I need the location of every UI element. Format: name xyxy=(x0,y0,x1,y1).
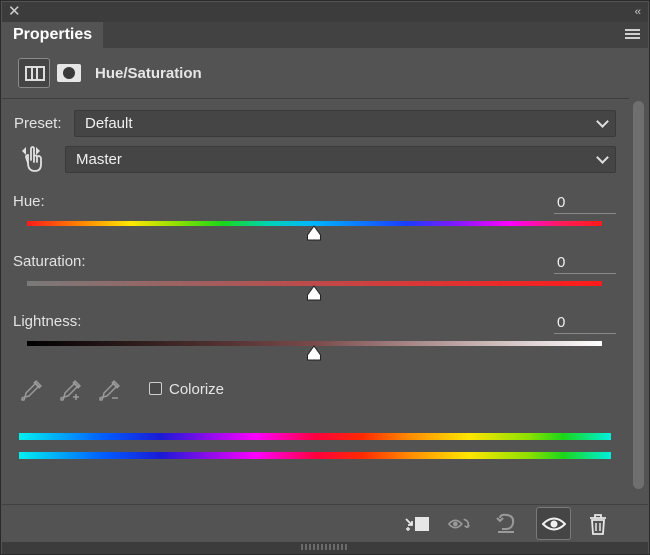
clip-to-layer-icon[interactable] xyxy=(404,513,430,535)
adjustment-layer-icon[interactable] xyxy=(18,58,50,88)
properties-panel: ✕ ‹‹ Properties Hue/Saturation Preset: D… xyxy=(0,0,650,555)
header-divider xyxy=(2,98,629,99)
tab-properties[interactable]: Properties xyxy=(2,22,103,48)
preset-selected-value: Default xyxy=(85,115,133,132)
preset-label: Preset: xyxy=(14,115,62,132)
adjustment-title: Hue/Saturation xyxy=(95,65,202,82)
lightness-slider-handle[interactable] xyxy=(306,345,323,362)
chevron-down-icon xyxy=(596,115,609,128)
hue-slider-handle[interactable] xyxy=(306,225,323,242)
panel-tab-row: Properties xyxy=(2,22,648,48)
collapse-panel-icon[interactable]: ‹‹ xyxy=(635,4,641,20)
layer-mask-icon[interactable] xyxy=(57,64,81,82)
lightness-value: 0 xyxy=(557,314,566,331)
output-color-spectrum-bar xyxy=(19,452,611,459)
toggle-visibility-button[interactable] xyxy=(536,507,571,540)
on-image-adjustment-hand-icon[interactable] xyxy=(18,145,46,173)
hue-value: 0 xyxy=(557,194,566,211)
eye-icon xyxy=(542,517,566,531)
saturation-slider-handle[interactable] xyxy=(306,285,323,302)
eyedropper-add-icon[interactable] xyxy=(59,378,83,402)
close-icon[interactable]: ✕ xyxy=(8,3,21,21)
reset-icon[interactable] xyxy=(494,513,520,535)
panel-titlebar: ✕ ‹‹ xyxy=(2,2,648,22)
resize-grip[interactable] xyxy=(301,544,349,550)
panel-menu-icon[interactable] xyxy=(625,29,640,40)
preset-dropdown[interactable]: Default xyxy=(74,110,616,137)
channel-selected-value: Master xyxy=(76,151,122,168)
saturation-value: 0 xyxy=(557,254,566,271)
chevron-down-icon xyxy=(596,151,609,164)
hue-label: Hue: xyxy=(13,193,45,210)
channel-dropdown[interactable]: Master xyxy=(65,146,616,173)
scrollbar-thumb[interactable] xyxy=(633,101,644,489)
colorize-checkbox[interactable] xyxy=(149,382,162,395)
eyedropper-subtract-icon[interactable] xyxy=(98,378,122,402)
input-color-spectrum-bar xyxy=(19,433,611,440)
eyedropper-icon[interactable] xyxy=(20,378,44,402)
adjustment-header: Hue/Saturation xyxy=(1,49,650,97)
colorize-label: Colorize xyxy=(169,381,225,398)
lightness-value-field[interactable]: 0 xyxy=(554,312,616,334)
saturation-value-field[interactable]: 0 xyxy=(554,252,616,274)
lightness-label: Lightness: xyxy=(13,313,82,330)
delete-icon[interactable] xyxy=(585,513,611,535)
view-previous-state-icon[interactable] xyxy=(447,513,473,535)
saturation-label: Saturation: xyxy=(13,253,86,270)
hue-value-field[interactable]: 0 xyxy=(554,192,616,214)
